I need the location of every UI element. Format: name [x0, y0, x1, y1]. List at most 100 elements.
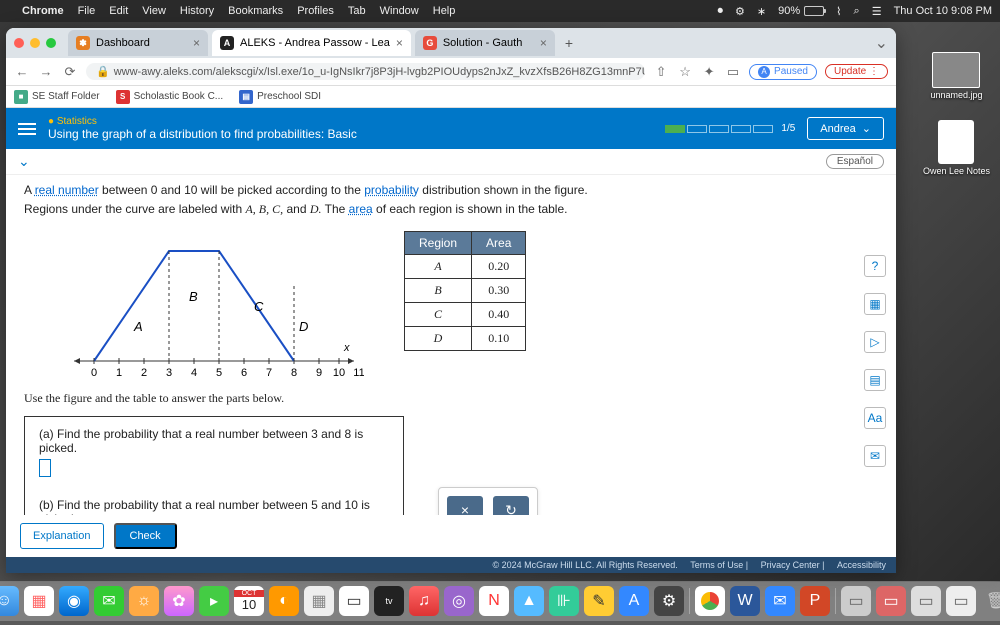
- bookmark-item[interactable]: ▤Preschool SDI: [239, 90, 321, 104]
- calendar-icon[interactable]: OCT10: [234, 586, 264, 616]
- calculator-icon[interactable]: ▦: [864, 293, 886, 315]
- desktop-file-image[interactable]: unnamed.jpg: [930, 52, 982, 100]
- url-field[interactable]: 🔒 www-awy.aleks.com/alekscgi/x/Isl.exe/1…: [86, 63, 645, 80]
- close-tab-icon[interactable]: ×: [396, 36, 403, 50]
- answer-input-a[interactable]: [39, 459, 51, 477]
- close-tab-icon[interactable]: ×: [193, 36, 200, 50]
- video-icon[interactable]: ▷: [864, 331, 886, 353]
- search-icon[interactable]: ⌕: [854, 5, 860, 18]
- clock[interactable]: Thu Oct 10 9:08 PM: [894, 5, 992, 17]
- help-icon[interactable]: ?: [864, 255, 886, 277]
- menu-history[interactable]: History: [180, 5, 214, 17]
- app-name[interactable]: Chrome: [22, 5, 64, 17]
- distribution-chart: A B C D x 012 345 678 91011: [64, 231, 364, 381]
- messages-icon[interactable]: ✉: [94, 586, 124, 616]
- battery-status[interactable]: 90%: [778, 5, 824, 17]
- folder-icon[interactable]: ▭: [841, 586, 871, 616]
- podcasts-icon[interactable]: ◎: [444, 586, 474, 616]
- safari-icon[interactable]: ◉: [59, 586, 89, 616]
- new-tab-button[interactable]: +: [559, 35, 579, 51]
- menu-edit[interactable]: Edit: [109, 5, 128, 17]
- bluetooth-icon[interactable]: ⚙: [735, 5, 745, 18]
- message-icon[interactable]: ✉: [864, 445, 886, 467]
- menu-bookmarks[interactable]: Bookmarks: [228, 5, 283, 17]
- share-icon[interactable]: ⇧: [653, 64, 669, 80]
- footer-link[interactable]: Accessibility: [837, 560, 886, 570]
- photos-icon[interactable]: ✿: [164, 586, 194, 616]
- user-menu-button[interactable]: Andrea ⌄: [807, 117, 884, 140]
- tab-aleks[interactable]: A ALEKS - Andrea Passow - Lea ×: [212, 30, 411, 56]
- app-icon[interactable]: ☼: [129, 586, 159, 616]
- folder-icon[interactable]: ▭: [876, 586, 906, 616]
- mail-icon[interactable]: ✉: [765, 586, 795, 616]
- language-button[interactable]: Español: [826, 154, 884, 169]
- app-icon[interactable]: ✎: [584, 586, 614, 616]
- star-icon[interactable]: ☆: [677, 64, 693, 80]
- menu-window[interactable]: Window: [380, 5, 419, 17]
- control-center-icon[interactable]: ☰: [872, 5, 882, 18]
- menu-help[interactable]: Help: [433, 5, 456, 17]
- tab-gauth[interactable]: G Solution - Gauth ×: [415, 30, 555, 56]
- link-probability[interactable]: probability: [364, 183, 419, 197]
- url-text: www-awy.aleks.com/alekscgi/x/Isl.exe/1o_…: [114, 66, 645, 78]
- tab-dashboard[interactable]: ✽ Dashboard ×: [68, 30, 208, 56]
- wifi-icon[interactable]: ⌇: [836, 5, 841, 18]
- app-icon[interactable]: ▲: [514, 586, 544, 616]
- profile-paused-button[interactable]: APaused: [749, 64, 817, 80]
- tabs-dropdown-icon[interactable]: ⌄: [875, 33, 888, 53]
- menu-view[interactable]: View: [142, 5, 166, 17]
- appstore-icon[interactable]: A: [619, 586, 649, 616]
- table-cell: A: [405, 255, 472, 279]
- desktop-file-doc[interactable]: Owen Lee Notes: [923, 120, 990, 176]
- camera-icon[interactable]: ⏺: [718, 5, 724, 18]
- menu-tab[interactable]: Tab: [348, 5, 366, 17]
- extension-icon[interactable]: ✦: [701, 64, 717, 80]
- menu-file[interactable]: File: [78, 5, 96, 17]
- close-tab-icon[interactable]: ×: [540, 36, 547, 50]
- minimize-window-button[interactable]: [30, 38, 40, 48]
- print-icon[interactable]: Aa: [864, 407, 886, 429]
- collapse-icon[interactable]: ⌄: [18, 153, 30, 170]
- footer-link[interactable]: Privacy Center: [761, 560, 820, 570]
- clear-button[interactable]: ×: [447, 496, 483, 515]
- tab-label: Solution - Gauth: [443, 37, 523, 49]
- lock-icon: 🔒: [96, 65, 110, 78]
- footer-link[interactable]: Terms of Use: [690, 560, 743, 570]
- menu-icon[interactable]: [18, 123, 36, 135]
- reload-button[interactable]: ⟳: [62, 64, 78, 80]
- bookmark-item[interactable]: ■SE Staff Folder: [14, 90, 100, 104]
- powerpoint-icon[interactable]: P: [800, 586, 830, 616]
- bt-icon[interactable]: ∗: [757, 5, 766, 18]
- finder-icon[interactable]: ☺: [0, 586, 19, 616]
- folder-icon[interactable]: ▭: [946, 586, 976, 616]
- explanation-button[interactable]: Explanation: [20, 523, 104, 549]
- menu-profiles[interactable]: Profiles: [297, 5, 334, 17]
- chrome-icon[interactable]: [695, 586, 725, 616]
- glossary-icon[interactable]: ▤: [864, 369, 886, 391]
- reset-button[interactable]: ↻: [493, 496, 529, 515]
- check-button[interactable]: Check: [114, 523, 177, 549]
- app-icon[interactable]: ▦: [304, 586, 334, 616]
- forward-button[interactable]: →: [38, 64, 54, 79]
- app-icon[interactable]: N: [479, 586, 509, 616]
- music-icon[interactable]: ♫: [409, 586, 439, 616]
- link-real-number[interactable]: real number: [35, 183, 99, 197]
- trash-icon[interactable]: 🗑: [981, 586, 1000, 616]
- update-button[interactable]: Update ⋮: [825, 64, 888, 79]
- problem-line1: A real number between 0 and 10 will be p…: [24, 183, 878, 198]
- folder-icon[interactable]: ▭: [911, 586, 941, 616]
- bookmark-item[interactable]: SScholastic Book C...: [116, 90, 223, 104]
- link-area[interactable]: area: [349, 202, 373, 216]
- launchpad-icon[interactable]: ▦: [24, 586, 54, 616]
- app-icon[interactable]: ◐: [269, 586, 299, 616]
- appletv-icon[interactable]: tv: [374, 586, 404, 616]
- app-icon[interactable]: ▭: [339, 586, 369, 616]
- word-icon[interactable]: W: [730, 586, 760, 616]
- app-icon[interactable]: ⊪: [549, 586, 579, 616]
- facetime-icon[interactable]: ▸: [199, 586, 229, 616]
- settings-icon[interactable]: ⚙: [654, 586, 684, 616]
- back-button[interactable]: ←: [14, 64, 30, 79]
- extension-icon[interactable]: ▭: [725, 64, 741, 80]
- maximize-window-button[interactable]: [46, 38, 56, 48]
- close-window-button[interactable]: [14, 38, 24, 48]
